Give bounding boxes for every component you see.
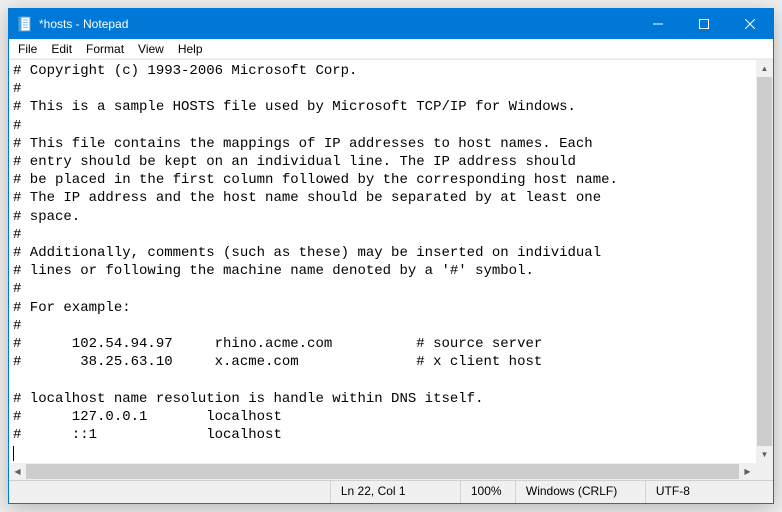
horizontal-scrollbar[interactable]: ◀ ▶ [9,463,756,480]
menubar: File Edit Format View Help [9,39,773,59]
scroll-down-icon[interactable]: ▼ [756,446,773,463]
notepad-app-icon [17,16,33,32]
menu-view[interactable]: View [131,41,171,57]
vertical-scrollbar[interactable]: ▲ ▼ [756,60,773,463]
titlebar[interactable]: *hosts - Notepad [9,9,773,39]
minimize-button[interactable] [635,9,681,39]
vertical-scroll-thumb[interactable] [757,77,772,446]
horizontal-scroll-thumb[interactable] [26,464,739,479]
status-cursor-position: Ln 22, Col 1 [330,481,460,503]
menu-help[interactable]: Help [171,41,210,57]
maximize-button[interactable] [681,9,727,39]
horizontal-scroll-track[interactable] [26,463,739,480]
menu-file[interactable]: File [11,41,44,57]
scroll-up-icon[interactable]: ▲ [756,60,773,77]
close-button[interactable] [727,9,773,39]
notepad-window: *hosts - Notepad File Edit Format View H… [8,8,774,504]
text-caret [13,446,14,461]
status-encoding: UTF-8 [645,481,735,503]
window-controls [635,9,773,39]
window-title: *hosts - Notepad [39,9,635,39]
text-editor[interactable]: # Copyright (c) 1993-2006 Microsoft Corp… [9,60,756,463]
menu-edit[interactable]: Edit [44,41,79,57]
scroll-right-icon[interactable]: ▶ [739,463,756,480]
editor-area: # Copyright (c) 1993-2006 Microsoft Corp… [9,59,773,480]
scroll-left-icon[interactable]: ◀ [9,463,26,480]
status-line-ending: Windows (CRLF) [515,481,645,503]
scrollbar-corner [756,463,773,480]
status-spacer-left [9,481,330,503]
statusbar: Ln 22, Col 1 100% Windows (CRLF) UTF-8 [9,480,773,503]
menu-format[interactable]: Format [79,41,131,57]
editor-content: # Copyright (c) 1993-2006 Microsoft Corp… [13,63,618,443]
vertical-scroll-track[interactable] [756,77,773,446]
status-zoom: 100% [460,481,515,503]
